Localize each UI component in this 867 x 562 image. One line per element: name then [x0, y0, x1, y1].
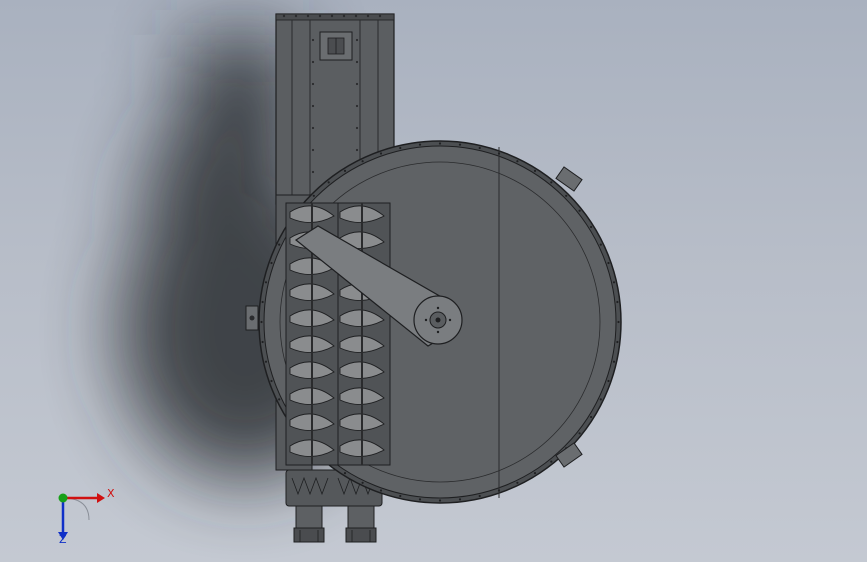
rim-bolt — [607, 379, 610, 383]
rim-bolt — [550, 460, 553, 463]
rim-bolt — [590, 225, 593, 229]
mixer-assembly-model[interactable] — [0, 0, 867, 562]
rim-bolt — [399, 494, 402, 498]
top-mount-bracket — [319, 31, 353, 61]
rim-bolt — [590, 415, 593, 419]
rim-bolt — [612, 281, 616, 284]
rim-bolt — [418, 498, 422, 501]
rim-bolt — [616, 340, 619, 344]
rim-bolt — [379, 152, 383, 155]
rim-bolt — [270, 261, 273, 265]
rim-bolt — [478, 146, 481, 150]
rim-bolt — [458, 498, 462, 501]
rim-bolt — [399, 146, 402, 150]
rim-bolt — [278, 243, 281, 246]
rim-bolt — [312, 194, 315, 197]
rim-bolt — [458, 143, 462, 146]
rim-bolt — [497, 489, 501, 492]
x-axis-label: X — [107, 487, 115, 500]
rim-bolt — [612, 360, 616, 363]
x-axis-arrow-icon — [97, 493, 105, 503]
rim-bolt — [607, 261, 610, 265]
rim-bolt — [599, 398, 602, 401]
rim-bolt — [343, 169, 347, 172]
rim-bolt — [379, 489, 383, 492]
rim-bolt — [478, 494, 481, 498]
rim-bolt — [516, 481, 519, 484]
rim-bolt — [418, 143, 422, 146]
rim-bolt — [270, 379, 273, 383]
rim-bolt — [578, 432, 581, 435]
rim-bolt — [264, 360, 268, 363]
rim-bolt — [565, 194, 568, 197]
rim-bolt — [264, 281, 268, 284]
rim-bolt — [361, 160, 364, 163]
left-lug — [245, 305, 259, 331]
rim-bolt — [438, 499, 442, 502]
rim-bolt — [261, 300, 264, 304]
rim-bolt — [616, 300, 619, 304]
rim-bolt — [533, 472, 537, 475]
y-axis-point-icon — [58, 493, 68, 503]
rim-bolt — [599, 243, 602, 246]
rim-bolt — [278, 398, 281, 401]
rim-bolt — [533, 169, 537, 172]
rim-bolt — [261, 340, 264, 344]
cad-3d-viewport[interactable]: X Z — [0, 0, 867, 562]
rim-bolt — [516, 160, 519, 163]
rim-bolt — [578, 209, 581, 212]
rim-bolt — [497, 152, 501, 155]
rim-bolt — [438, 142, 442, 145]
rim-bolt — [617, 320, 620, 324]
rim-bolt — [361, 481, 364, 484]
z-axis-label: Z — [59, 533, 67, 546]
rim-bolt — [343, 472, 347, 475]
rim-bolt — [327, 181, 330, 184]
rim-bolt — [260, 320, 263, 324]
rim-bolt — [550, 181, 553, 184]
orientation-triad: X Z — [45, 480, 115, 550]
